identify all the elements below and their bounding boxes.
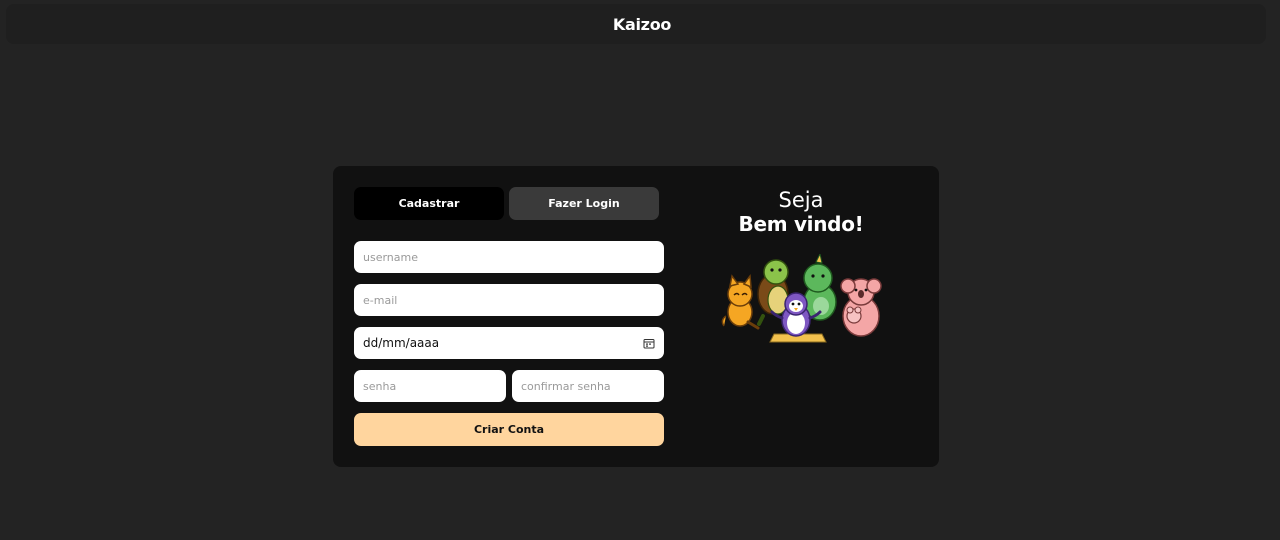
app-title[interactable]: Kaizoo [613, 15, 671, 34]
welcome-line-2: Bem vindo! [738, 212, 864, 236]
top-navbar: Kaizoo [6, 4, 1266, 44]
welcome-line-1: Seja [778, 188, 824, 212]
animals-illustration [721, 254, 882, 343]
birthdate-input[interactable]: dd/mm/aaaa [354, 327, 664, 359]
criar-conta-button[interactable]: Criar Conta [354, 413, 664, 446]
welcome-block: Seja Bem vindo! [713, 188, 889, 237]
email-input[interactable] [354, 284, 664, 316]
koala-figure [840, 278, 882, 337]
birthdate-value: dd/mm/aaaa [363, 336, 440, 350]
username-input[interactable] [354, 241, 664, 273]
tab-fazer-login[interactable]: Fazer Login [509, 187, 659, 220]
confirm-password-input[interactable] [512, 370, 664, 402]
dinosaur-figure [803, 254, 837, 321]
calendar-icon[interactable] [643, 338, 655, 349]
tab-cadastrar[interactable]: Cadastrar [354, 187, 504, 220]
cat-figure [721, 273, 760, 330]
password-input[interactable] [354, 370, 506, 402]
signup-card: Cadastrar Fazer Login dd/mm/aaaa Criar C… [333, 166, 939, 467]
